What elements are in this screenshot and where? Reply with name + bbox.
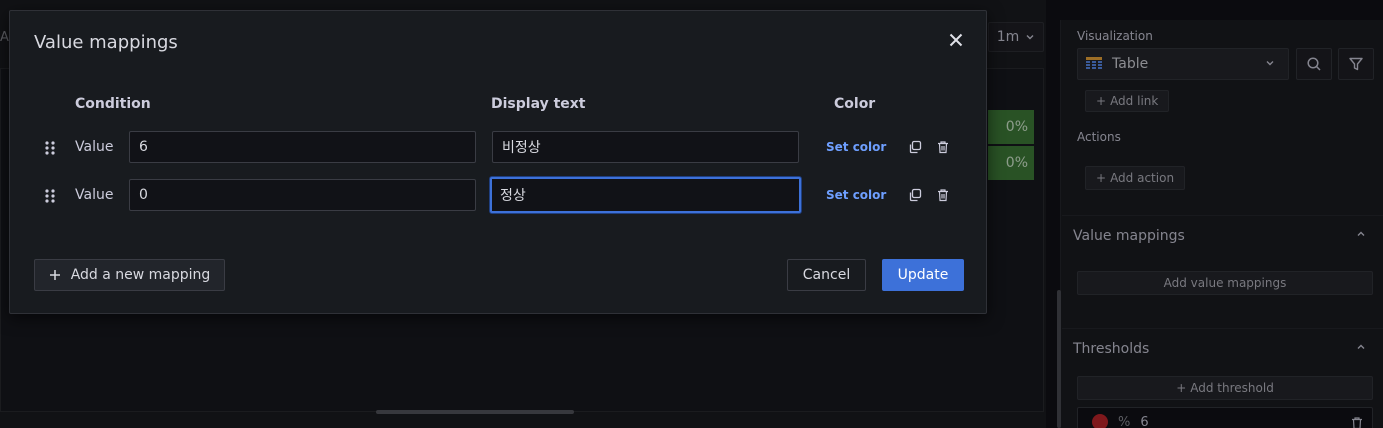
thresholds-section-header[interactable]: Thresholds xyxy=(1062,328,1383,368)
plus-icon: + xyxy=(1096,94,1107,108)
close-icon xyxy=(949,33,963,47)
copy-icon[interactable] xyxy=(907,187,923,203)
close-button[interactable] xyxy=(946,30,966,50)
mapping-type-label: Value xyxy=(75,139,114,155)
table-icon xyxy=(1086,57,1102,69)
modal-title: Value mappings xyxy=(34,32,178,53)
set-color-button[interactable]: Set color xyxy=(826,188,886,202)
actions-label: Actions xyxy=(1077,130,1121,144)
refresh-interval-value: 1m xyxy=(996,29,1020,45)
visualization-value: Table xyxy=(1112,56,1149,72)
mapping-value-input[interactable]: 6 xyxy=(129,131,476,163)
thresholds-section-title: Thresholds xyxy=(1073,340,1150,357)
value-mappings-modal: Value mappings Condition Display text Co… xyxy=(9,10,987,314)
value-mappings-section-header[interactable]: Value mappings xyxy=(1062,215,1383,255)
vertical-scrollbar[interactable] xyxy=(1057,290,1061,428)
threshold-color-swatch[interactable] xyxy=(1092,414,1108,428)
add-action-button[interactable]: + Add action xyxy=(1085,166,1186,190)
filter-icon xyxy=(1349,57,1363,71)
drag-handle-icon[interactable] xyxy=(44,188,56,204)
display-text-column-header: Display text xyxy=(491,96,586,112)
add-new-mapping-button[interactable]: Add a new mapping xyxy=(34,259,225,291)
table-cell: 0% xyxy=(988,110,1034,144)
visualization-label: Visualization xyxy=(1077,29,1153,43)
threshold-prefix: % xyxy=(1118,414,1131,428)
chevron-up-icon xyxy=(1357,231,1365,236)
add-link-button[interactable]: + Add link xyxy=(1085,90,1170,112)
value-mappings-section-title: Value mappings xyxy=(1073,227,1185,244)
update-button[interactable]: Update xyxy=(882,259,964,291)
add-value-mappings-label: Add value mappings xyxy=(1163,276,1287,290)
add-value-mappings-button[interactable]: Add value mappings xyxy=(1077,271,1373,295)
chevron-up-icon xyxy=(1357,344,1365,349)
plus-icon xyxy=(49,270,60,280)
color-column-header: Color xyxy=(834,96,876,112)
search-icon xyxy=(1307,57,1321,71)
trash-icon[interactable] xyxy=(935,139,951,155)
set-color-button[interactable]: Set color xyxy=(826,140,886,154)
cancel-button[interactable]: Cancel xyxy=(787,259,866,291)
chevron-down-icon xyxy=(1026,35,1034,40)
search-options-button[interactable] xyxy=(1296,48,1332,80)
add-action-label: Add action xyxy=(1110,171,1175,185)
plus-icon: + xyxy=(1176,381,1187,395)
mapping-display-text-input[interactable]: 정상 xyxy=(490,177,801,213)
add-link-label: Add link xyxy=(1110,94,1159,108)
table-cell: 0% xyxy=(988,146,1034,180)
horizontal-scrollbar[interactable] xyxy=(376,410,574,414)
visualization-picker[interactable]: Table xyxy=(1077,48,1289,80)
add-new-mapping-label: Add a new mapping xyxy=(70,267,211,283)
trash-icon[interactable] xyxy=(935,187,951,203)
condition-column-header: Condition xyxy=(75,96,151,112)
drag-handle-icon[interactable] xyxy=(44,140,56,156)
threshold-row[interactable]: % 6 xyxy=(1077,407,1373,428)
threshold-value[interactable]: 6 xyxy=(1140,415,1148,428)
add-threshold-label: Add threshold xyxy=(1190,381,1274,395)
refresh-interval-picker[interactable]: 1m xyxy=(988,22,1044,52)
mapping-display-text-input[interactable]: 비정상 xyxy=(492,131,799,163)
mapping-type-label: Value xyxy=(75,187,114,203)
add-threshold-button[interactable]: + Add threshold xyxy=(1077,376,1373,400)
filter-options-button[interactable] xyxy=(1338,48,1374,80)
trash-icon[interactable] xyxy=(1350,416,1364,428)
chevron-down-icon xyxy=(1266,61,1274,66)
copy-icon[interactable] xyxy=(907,139,923,155)
plus-icon: + xyxy=(1096,171,1107,185)
mapping-value-input[interactable]: 0 xyxy=(129,179,476,211)
